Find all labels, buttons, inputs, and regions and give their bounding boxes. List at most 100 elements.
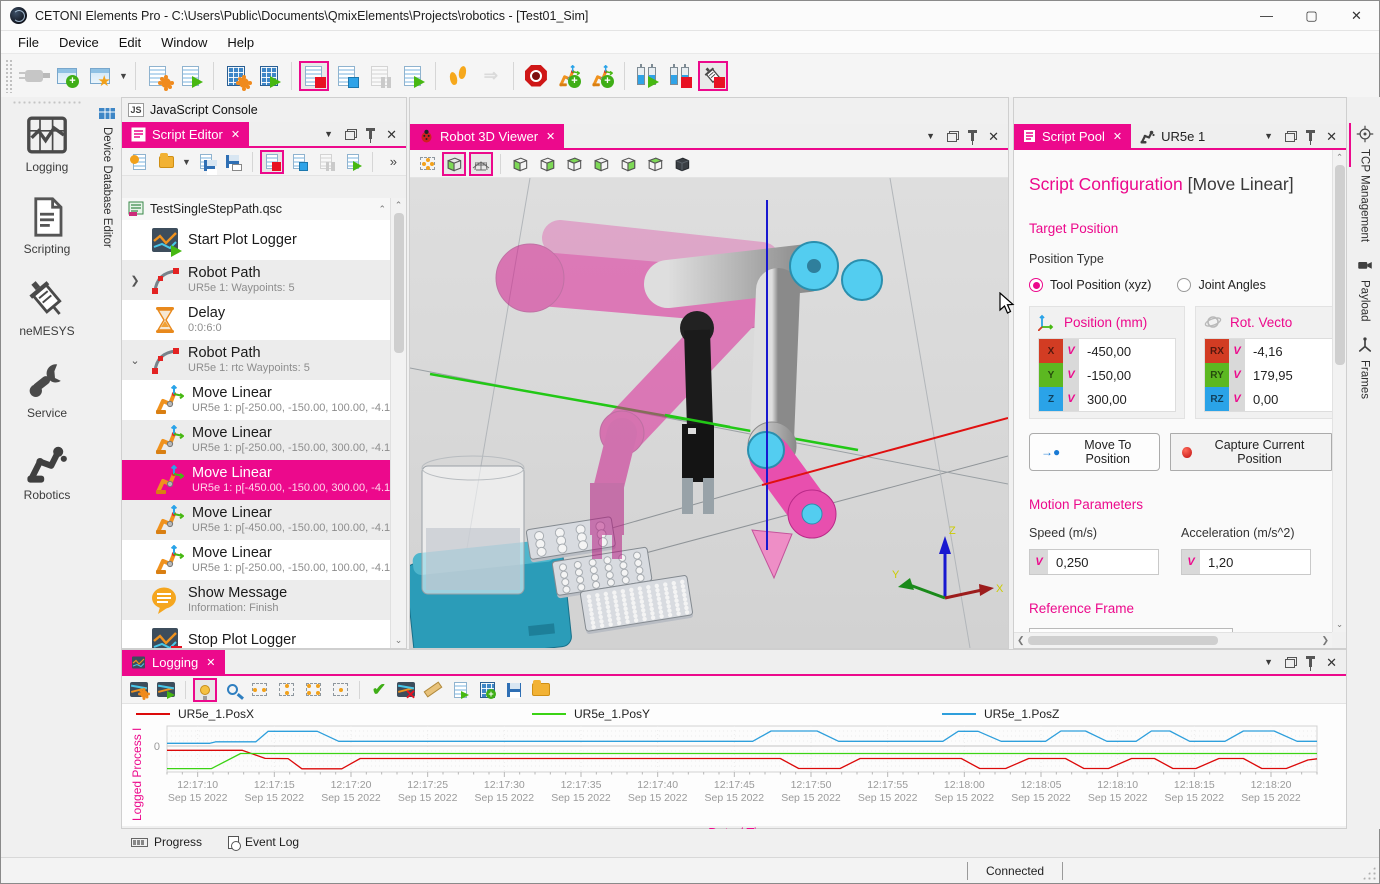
save-data-icon[interactable] xyxy=(502,678,526,702)
plot-start-icon[interactable] xyxy=(154,678,178,702)
menu-edit[interactable]: Edit xyxy=(110,33,150,52)
new-script-icon[interactable] xyxy=(127,150,151,174)
event-log-button[interactable]: Event Log xyxy=(228,835,299,849)
javascript-console-tab[interactable]: JS JavaScript Console xyxy=(122,98,406,122)
panel-close-icon[interactable]: ✕ xyxy=(988,130,999,143)
minimize-button[interactable]: — xyxy=(1244,1,1289,30)
radio-joint-angles[interactable]: Joint Angles xyxy=(1177,278,1265,292)
scripts-configure-icon[interactable] xyxy=(143,61,173,91)
rotation-rz-input[interactable]: 0,00 xyxy=(1245,387,1332,411)
panel-float-icon[interactable] xyxy=(345,129,357,140)
step-mode-icon[interactable] xyxy=(443,61,473,91)
export-table-icon[interactable]: + xyxy=(475,678,499,702)
single-step-icon[interactable] xyxy=(287,150,311,174)
pause-script-icon[interactable] xyxy=(314,150,338,174)
zoom-icon[interactable] xyxy=(220,678,244,702)
device-config-run-icon[interactable] xyxy=(254,61,284,91)
tab-script-pool[interactable]: Script Pool✕ xyxy=(1014,124,1131,148)
tab-robot-3d-viewer[interactable]: Robot 3D Viewer✕ xyxy=(410,124,564,148)
sidebar-item-nemesys[interactable]: neMESYS xyxy=(1,278,93,338)
disconnect-device-icon[interactable] xyxy=(19,61,49,91)
script-step-move-linear-5[interactable]: Move LinearUR5e 1: p[-250.00, -150.00, 1… xyxy=(122,540,390,580)
menu-help[interactable]: Help xyxy=(218,33,263,52)
add-robot-axis-icon[interactable]: + xyxy=(587,61,617,91)
plot-settings-icon[interactable] xyxy=(127,678,151,702)
save-script-as-icon[interactable] xyxy=(221,150,245,174)
sidebar-item-robotics[interactable]: Robotics xyxy=(1,442,93,502)
scroll-down-icon[interactable]: ⌄ xyxy=(395,635,403,646)
scripts-run-icon[interactable] xyxy=(176,61,206,91)
view-back-icon[interactable] xyxy=(535,152,559,176)
panel-pin-icon[interactable] xyxy=(1309,132,1312,141)
tab-ur5e-1[interactable]: UR5e 1 xyxy=(1131,124,1214,148)
script-tree-scrollbar[interactable]: ⌃ ⌄ xyxy=(390,198,406,648)
pan-icon[interactable] xyxy=(328,678,352,702)
capture-current-position-button[interactable]: Capture Current Position xyxy=(1170,433,1332,471)
skip-step-icon[interactable]: ⇒ xyxy=(476,61,506,91)
script-step-show-message[interactable]: Show MessageInformation: Finish xyxy=(122,580,390,620)
sidebar-item-service[interactable]: Service xyxy=(1,360,93,420)
save-script-icon[interactable] xyxy=(194,150,218,174)
device-config-settings-icon[interactable] xyxy=(221,61,251,91)
script-file-row[interactable]: TestSingleStepPath.qsc ⌃ xyxy=(122,198,390,220)
scroll-up-icon[interactable]: ⌃ xyxy=(395,200,403,211)
sidebar-drag-handle[interactable] xyxy=(12,100,82,106)
progress-button[interactable]: Progress xyxy=(131,835,202,849)
3d-scene-viewport[interactable]: Z Y X xyxy=(410,178,1008,648)
view-front-icon[interactable] xyxy=(508,152,532,176)
show-floor-grid-icon[interactable] xyxy=(469,152,493,176)
open-script-icon[interactable] xyxy=(154,150,178,174)
tab-close-icon[interactable]: ✕ xyxy=(546,130,555,143)
tab-close-icon[interactable]: ✕ xyxy=(231,128,240,141)
sidebar-item-scripting[interactable]: Scripting xyxy=(1,196,93,256)
close-button[interactable]: ✕ xyxy=(1334,1,1379,30)
apply-icon[interactable]: ✔ xyxy=(367,678,391,702)
script-pool-hscrollbar[interactable]: ❮ ❯ xyxy=(1014,632,1332,648)
iso-view-icon[interactable] xyxy=(670,152,694,176)
tab-close-icon[interactable]: ✕ xyxy=(1113,130,1122,143)
zoom-vertical-icon[interactable] xyxy=(274,678,298,702)
panel-dropdown-icon[interactable]: ▼ xyxy=(926,131,935,141)
show-points-icon[interactable] xyxy=(415,152,439,176)
tab-payload[interactable]: Payload xyxy=(1356,256,1374,322)
pumps-run-icon[interactable] xyxy=(632,61,662,91)
tab-logging[interactable]: Logging✕ xyxy=(122,650,225,674)
position-x-input[interactable]: -450,00 xyxy=(1079,339,1175,363)
maximize-button[interactable]: ▢ xyxy=(1289,1,1334,30)
script-pause-icon[interactable] xyxy=(365,61,395,91)
panel-close-icon[interactable]: ✕ xyxy=(1326,656,1337,669)
scroll-up-icon[interactable]: ⌃ xyxy=(1336,152,1343,163)
panel-close-icon[interactable]: ✕ xyxy=(1326,130,1337,143)
auto-scale-icon[interactable] xyxy=(193,678,217,702)
view-top-icon[interactable] xyxy=(616,152,640,176)
run-script-icon[interactable] xyxy=(341,150,365,174)
script-resume-icon[interactable] xyxy=(398,61,428,91)
device-database-editor-tab[interactable]: Device Database Editor xyxy=(93,97,121,649)
emergency-stop-icon[interactable] xyxy=(521,61,551,91)
script-step-move-linear-4[interactable]: Move LinearUR5e 1: p[-450.00, -150.00, 1… xyxy=(122,500,390,540)
chevron-right-icon[interactable]: ❯ xyxy=(128,274,142,287)
panel-pin-icon[interactable] xyxy=(369,130,372,139)
chevron-down-icon[interactable]: ⌄ xyxy=(128,354,142,367)
panel-pin-icon[interactable] xyxy=(1309,658,1312,667)
zoom-region-icon[interactable] xyxy=(301,678,325,702)
open-script-dropdown-icon[interactable]: ▼ xyxy=(182,157,191,167)
toolbar-overflow-icon[interactable]: » xyxy=(390,154,401,169)
menu-device[interactable]: Device xyxy=(50,33,108,52)
script-step-stop-plot-logger[interactable]: Stop Plot Logger xyxy=(122,620,390,648)
acceleration-input[interactable]: V 1,20 xyxy=(1181,549,1311,575)
script-step-move-linear-1[interactable]: Move LinearUR5e 1: p[-250.00, -150.00, 1… xyxy=(122,380,390,420)
measure-icon[interactable] xyxy=(421,678,445,702)
panel-float-icon[interactable] xyxy=(947,131,959,142)
add-project-window-icon[interactable]: + xyxy=(52,61,82,91)
rotation-rx-input[interactable]: -4,16 xyxy=(1245,339,1332,363)
position-z-input[interactable]: 300,00 xyxy=(1079,387,1175,411)
scroll-right-icon[interactable]: ❯ xyxy=(1321,635,1329,646)
add-robot-icon[interactable]: + xyxy=(554,61,584,91)
rotation-ry-input[interactable]: 179,95 xyxy=(1245,363,1332,387)
panel-dropdown-icon[interactable]: ▼ xyxy=(1264,657,1273,667)
script-step-delay[interactable]: Delay0:0:6:0 xyxy=(122,300,390,340)
wireframe-view-icon[interactable] xyxy=(442,152,466,176)
menu-file[interactable]: File xyxy=(9,33,48,52)
view-left-icon[interactable] xyxy=(562,152,586,176)
